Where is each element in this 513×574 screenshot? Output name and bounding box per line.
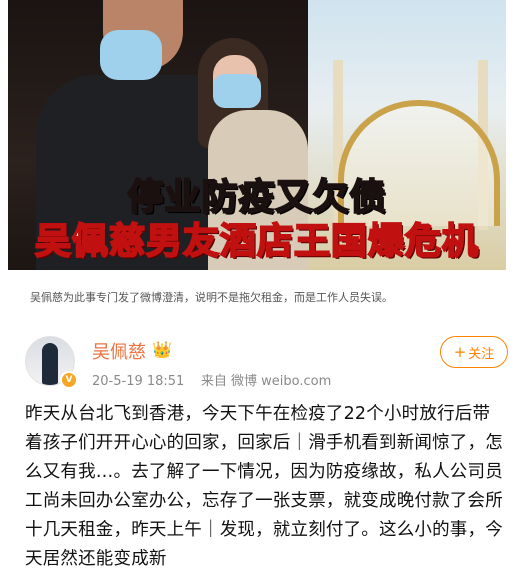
post-body-text: 昨天从台北飞到香港，今天下午在检疫了22个小时放行后带着孩子们开开心心的回家，回… (25, 404, 503, 569)
avatar-figure (42, 343, 58, 385)
post-username[interactable]: 吴佩慈 (92, 338, 146, 364)
post-date: 20-5-19 18:51 (92, 374, 185, 389)
follow-button-label: 关注 (468, 346, 495, 362)
follow-button[interactable]: + 关注 (440, 336, 508, 368)
banner-headline-line2: 吴佩慈男友酒店王国爆危机 (34, 220, 479, 263)
post-source-app[interactable]: 微博 weibo.com (231, 374, 331, 389)
crown-icon: 👑 (152, 340, 172, 359)
verified-badge-icon: V (60, 371, 78, 389)
post-source-prefix: 来自 (200, 374, 227, 389)
woman-face-mask (213, 74, 261, 108)
image-caption: 吴佩慈为此事专门发了微博澄清，说明不是拖欠租金，而是工作人员失误。 (30, 291, 393, 304)
plus-icon: + (453, 343, 467, 361)
man-face-mask (100, 30, 162, 80)
post-meta: 20-5-19 18:51 来自 微博 weibo.com (92, 370, 331, 389)
news-banner-image: 停业防疫又欠债 吴佩慈男友酒店王国爆危机 (8, 0, 506, 270)
